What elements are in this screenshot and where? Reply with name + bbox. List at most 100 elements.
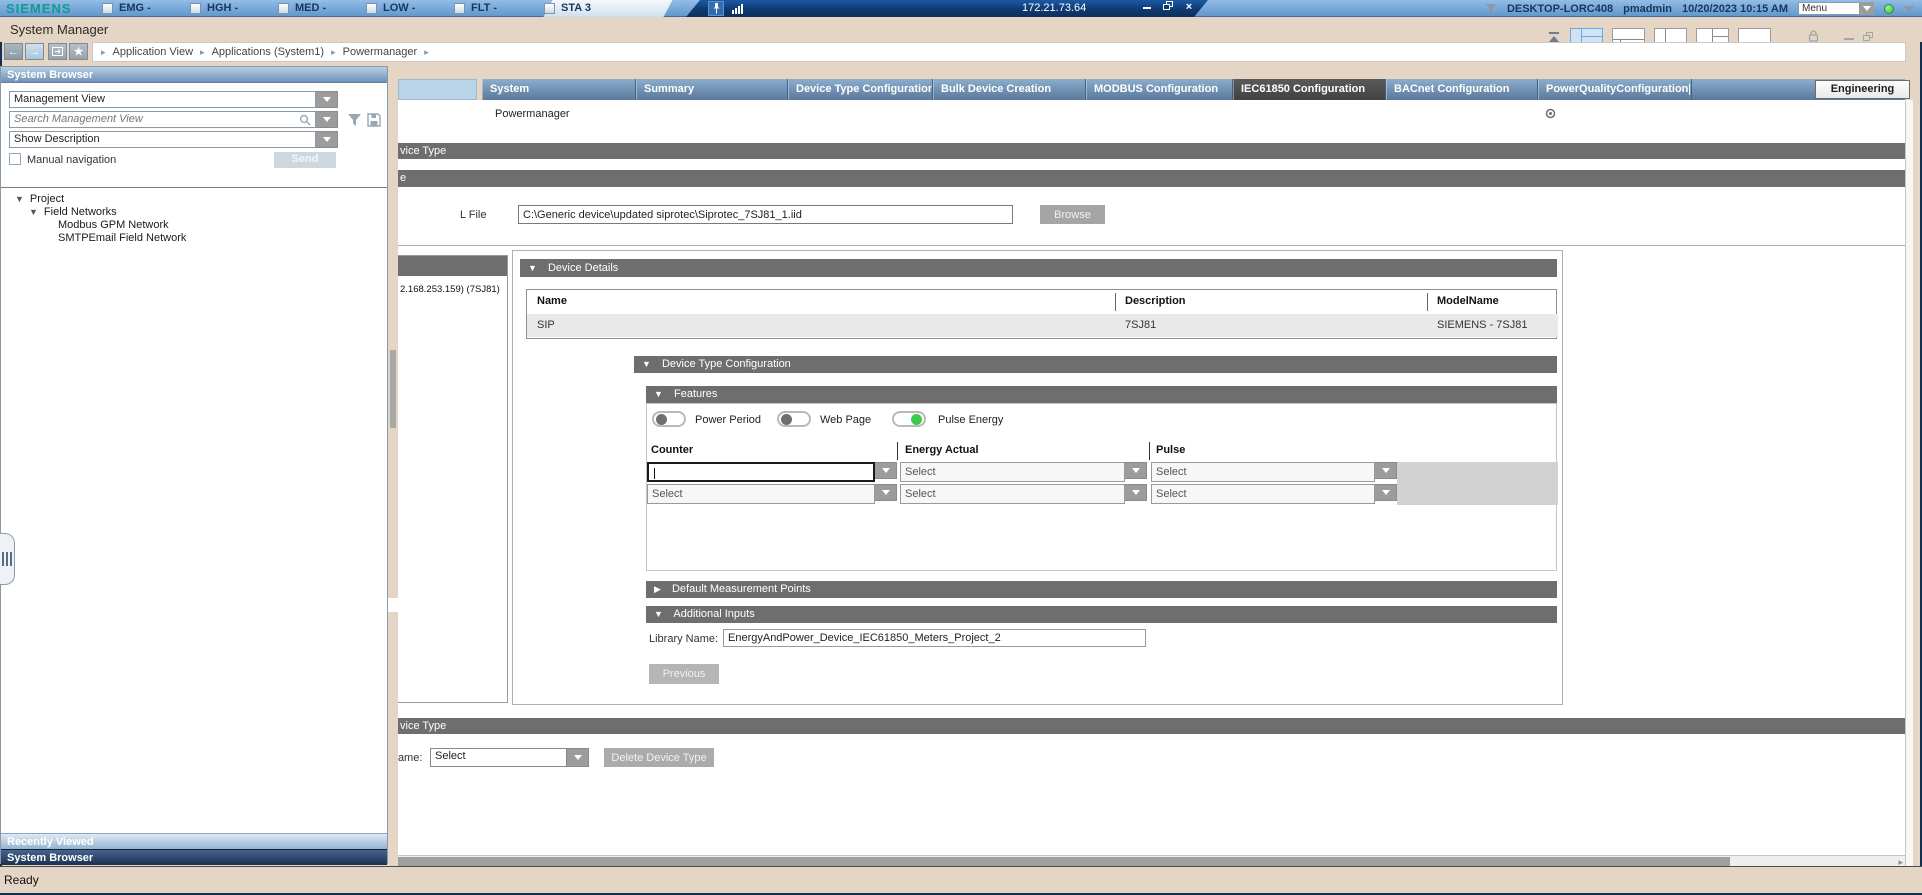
- chevron-down-icon[interactable]: [316, 91, 338, 108]
- counter-select-row1[interactable]: [647, 462, 897, 482]
- tree-item-modbus-gpm-network[interactable]: Modbus GPM Network: [58, 219, 169, 231]
- alarm-tab-hgh[interactable]: HGH -: [190, 2, 238, 14]
- breadcrumb-item-powermanager[interactable]: Powermanager: [343, 46, 418, 58]
- history-icon[interactable]: [48, 43, 67, 60]
- system-browser-bar[interactable]: System Browser: [1, 849, 387, 865]
- table-row-cell-modelname[interactable]: SIEMENS - 7SJ81: [1427, 314, 1558, 337]
- tab-summary[interactable]: Summary: [636, 79, 788, 100]
- device-list-item[interactable]: 2.168.253.159) (7SJ81): [400, 284, 500, 295]
- system-browser-header[interactable]: System Browser: [1, 67, 387, 83]
- web-page-toggle[interactable]: [777, 411, 811, 427]
- counter-select-row2[interactable]: Select: [647, 484, 897, 504]
- panel-options-icon[interactable]: [1545, 108, 1556, 119]
- chevron-down-icon[interactable]: [567, 748, 589, 767]
- chevron-down-icon[interactable]: [316, 111, 338, 128]
- energy-actual-select-row2[interactable]: Select: [900, 484, 1147, 504]
- tree-expand-icon[interactable]: ▼: [15, 194, 24, 204]
- pulse-energy-toggle[interactable]: [892, 411, 926, 427]
- engineering-button[interactable]: Engineering: [1815, 80, 1910, 99]
- alarm-tab-med[interactable]: MED -: [278, 2, 326, 14]
- tab-system[interactable]: System: [482, 79, 636, 100]
- panel-collapse-handle[interactable]: [0, 533, 15, 585]
- section-collapsed-icon: ▶: [654, 581, 661, 598]
- tab-bacnet-configuration[interactable]: BACnet Configuration: [1386, 79, 1538, 100]
- close-button[interactable]: ×: [1180, 1, 1198, 15]
- favorites-star-icon[interactable]: ★: [69, 43, 88, 60]
- vertical-scrollbar[interactable]: [388, 66, 398, 864]
- chevron-down-icon[interactable]: [1125, 484, 1147, 501]
- minimize-panel-icon[interactable]: [1844, 31, 1854, 43]
- send-button[interactable]: Send: [274, 152, 336, 168]
- pulse-select-row1[interactable]: Select: [1151, 462, 1397, 482]
- tab-device-type-configuration[interactable]: Device Type Configuration: [788, 79, 933, 100]
- section-header-default-measurement-points[interactable]: ▶ Default Measurement Points: [646, 581, 1557, 598]
- library-name-input[interactable]: [723, 629, 1146, 647]
- alarm-tab-emg[interactable]: EMG -: [102, 2, 151, 14]
- restore-panel-icon[interactable]: [1863, 32, 1873, 41]
- tab-powerquality-configuration[interactable]: PowerQualityConfiguration: [1538, 79, 1692, 100]
- search-icon[interactable]: [299, 114, 311, 126]
- view-select[interactable]: Management View: [9, 91, 338, 108]
- chevron-down-icon[interactable]: [1125, 462, 1147, 479]
- previous-button[interactable]: Previous: [649, 664, 719, 684]
- alarm-tab-low[interactable]: LOW -: [366, 2, 415, 14]
- section-header-clipped[interactable]: e: [398, 170, 1905, 187]
- alarm-tab-sta[interactable]: STA 3: [544, 2, 591, 14]
- power-period-toggle[interactable]: [652, 411, 686, 427]
- section-header-device-type[interactable]: vice Type: [398, 143, 1905, 159]
- tree-item-smtpemail-field-network[interactable]: SMTPEmail Field Network: [58, 232, 186, 244]
- vertical-scrollbar-thumb[interactable]: [390, 350, 396, 428]
- panel-divider: [1, 187, 387, 188]
- collapse-panel-icon[interactable]: [1548, 31, 1561, 43]
- table-row-cell-name[interactable]: SIP: [527, 314, 1115, 337]
- alarm-tab-flt[interactable]: FLT -: [454, 2, 497, 14]
- chevron-down-icon[interactable]: [875, 462, 897, 479]
- section-header-device-details[interactable]: ▼ Device Details: [520, 259, 1557, 277]
- breadcrumb-item-application-view[interactable]: Application View: [113, 46, 194, 58]
- table-row-cell-description[interactable]: 7SJ81: [1115, 314, 1427, 337]
- main-tab-strip: System Summary Device Type Configuration…: [398, 79, 1905, 100]
- section-header-device-type-configuration[interactable]: ▼ Device Type Configuration: [634, 356, 1557, 373]
- tree-expand-icon[interactable]: ▼: [29, 207, 38, 217]
- back-button[interactable]: ←: [4, 43, 23, 60]
- scl-file-input[interactable]: [518, 205, 1013, 224]
- menu-dropdown[interactable]: Menu: [1798, 2, 1874, 15]
- status-text: Ready: [4, 873, 39, 887]
- recently-viewed-bar[interactable]: Recently Viewed: [1, 833, 387, 849]
- tab-iec61850-configuration[interactable]: IEC61850 Configuration: [1233, 79, 1386, 100]
- filter-icon[interactable]: [1485, 3, 1497, 15]
- search-input[interactable]: [14, 113, 274, 125]
- description-select[interactable]: Show Description: [9, 131, 338, 148]
- tree-item-project[interactable]: ▼ Project: [15, 193, 64, 205]
- pulse-energy-label: Pulse Energy: [938, 414, 1003, 426]
- breadcrumb-bar: ← → ★ ▸ Application View ▸ Applications …: [0, 42, 1922, 62]
- chevron-down-icon[interactable]: [1375, 484, 1397, 501]
- user-name: pmadmin: [1623, 3, 1672, 15]
- filter-icon[interactable]: [345, 111, 363, 128]
- browse-button[interactable]: Browse: [1040, 205, 1105, 224]
- breadcrumb-item-applications-system1[interactable]: Applications (System1): [212, 46, 325, 58]
- energy-actual-select-row1[interactable]: Select: [900, 462, 1147, 482]
- save-icon[interactable]: [365, 111, 383, 128]
- tree-item-field-networks[interactable]: ▼ Field Networks: [29, 206, 117, 218]
- pulse-select-row2[interactable]: Select: [1151, 484, 1397, 504]
- tab-modbus-configuration[interactable]: MODBUS Configuration: [1086, 79, 1233, 100]
- chevron-down-icon[interactable]: [316, 131, 338, 148]
- section-header-features[interactable]: ▼ Features: [646, 386, 1557, 403]
- manual-navigation-checkbox[interactable]: [9, 153, 21, 165]
- restore-button[interactable]: [1159, 1, 1177, 15]
- chevron-down-icon[interactable]: [875, 484, 897, 501]
- delete-device-type-button[interactable]: Delete Device Type: [604, 748, 714, 767]
- forward-button[interactable]: →: [25, 43, 44, 60]
- minimize-button[interactable]: [1138, 1, 1156, 15]
- chevron-down-icon[interactable]: [1904, 6, 1914, 12]
- tab-bulk-device-creation[interactable]: Bulk Device Creation: [933, 79, 1086, 100]
- section-header-delete-device-type[interactable]: vice Type: [398, 718, 1905, 734]
- device-type-name-select[interactable]: Select: [430, 748, 589, 767]
- right-scrollbar-track[interactable]: [1905, 100, 1913, 866]
- chevron-down-icon[interactable]: [1375, 462, 1397, 479]
- column-header-counter: Counter: [651, 444, 693, 456]
- section-header-additional-inputs[interactable]: ▼ Additional Inputs: [646, 606, 1557, 623]
- pin-icon[interactable]: [708, 1, 724, 16]
- chevron-down-icon[interactable]: [1860, 2, 1874, 15]
